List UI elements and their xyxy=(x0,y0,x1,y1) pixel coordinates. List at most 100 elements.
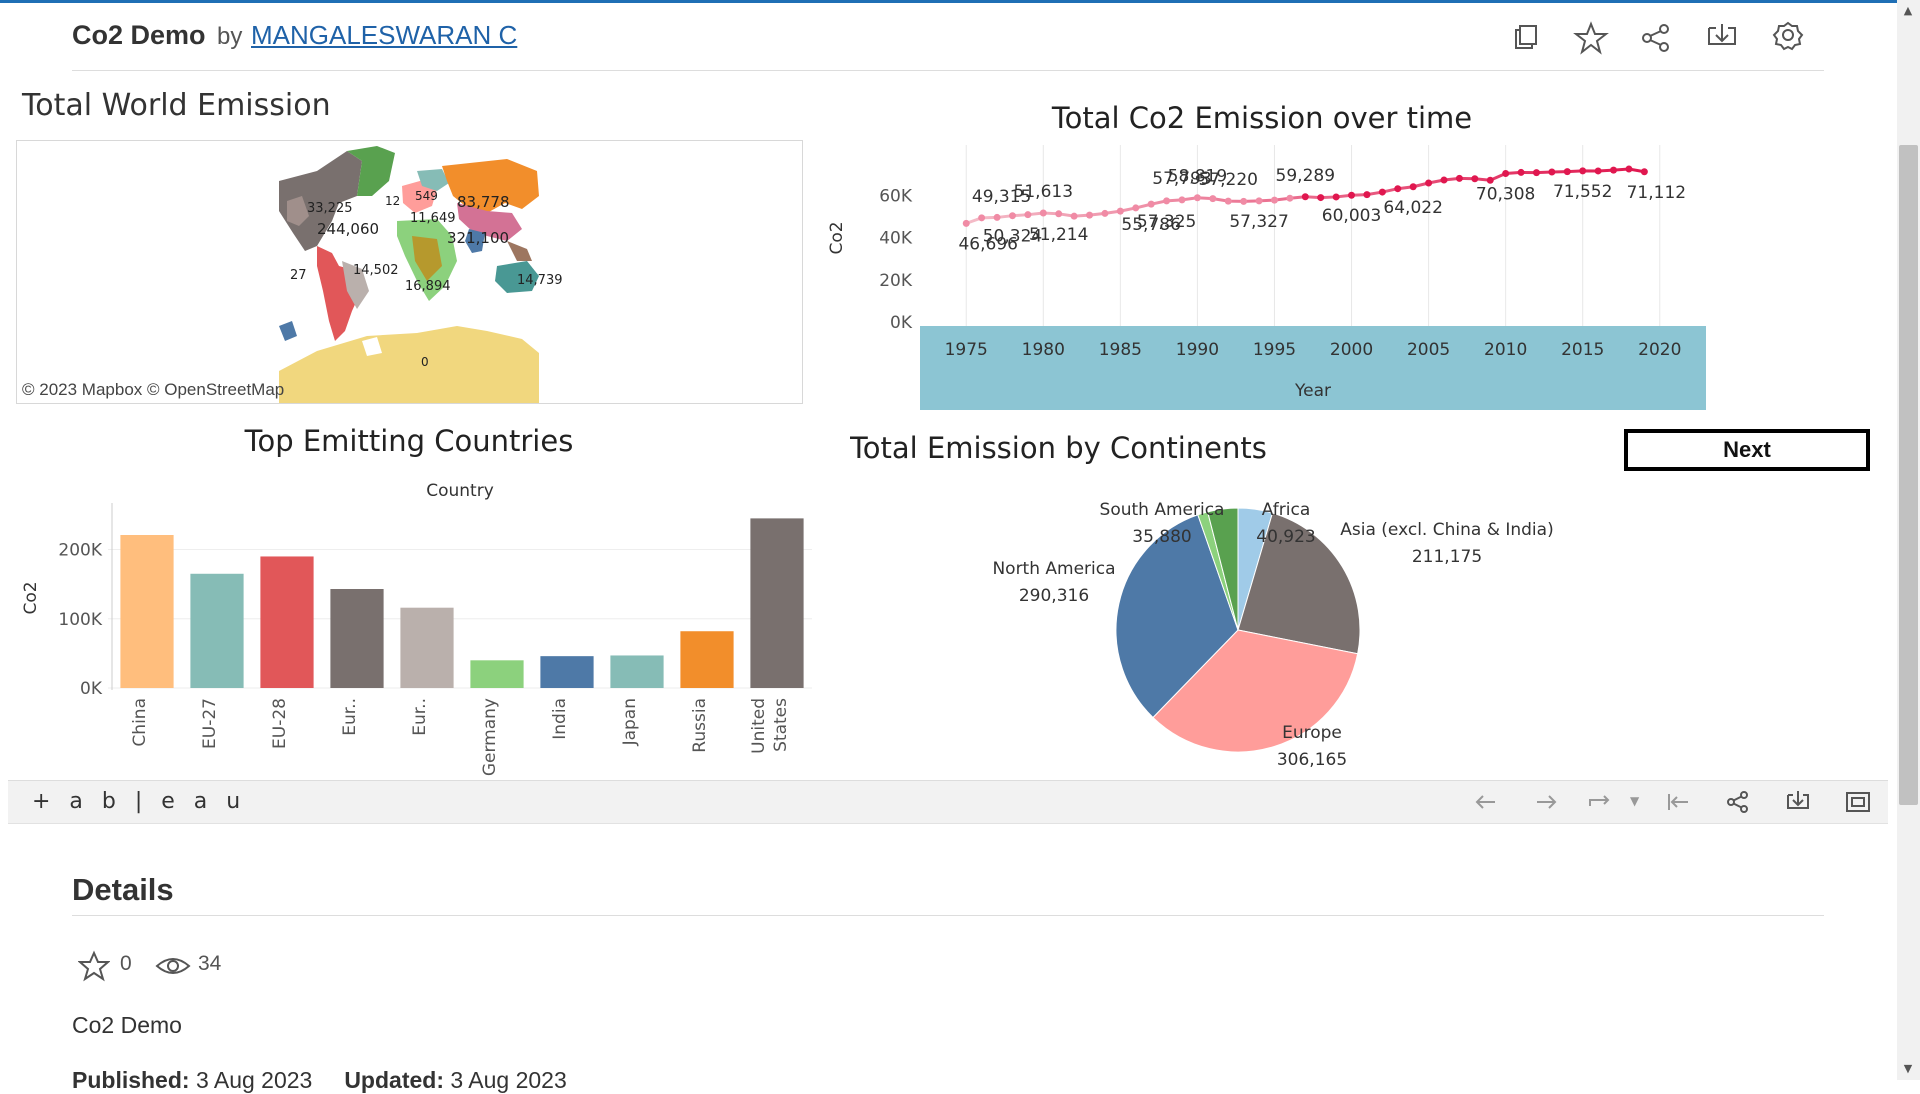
data-point xyxy=(1425,179,1433,187)
scroll-down-arrow[interactable]: ▼ xyxy=(1900,1062,1916,1076)
chevron-down-icon[interactable]: ▼ xyxy=(1630,794,1639,808)
slice-value: 306,165 xyxy=(1277,750,1347,770)
y-tick-label: 200K xyxy=(58,541,102,561)
redo-icon[interactable] xyxy=(1532,788,1560,816)
data-point xyxy=(1486,176,1494,184)
bar xyxy=(610,655,664,688)
publish-info: Published: 3 Aug 2023 Updated: 3 Aug 202… xyxy=(72,1067,567,1094)
data-point xyxy=(1039,209,1047,217)
x-tick-label: 2010 xyxy=(1484,340,1527,360)
y-tick-label: 40K xyxy=(879,229,913,249)
slice-label: Africa xyxy=(1262,500,1311,520)
data-point xyxy=(1471,175,1479,183)
bar-chart[interactable]: Top Emitting Countries Country Co2 0K 100K 20… xyxy=(8,418,828,778)
scroll-up-arrow[interactable]: ▲ xyxy=(1900,4,1916,18)
x-tick-label: United xyxy=(749,698,769,754)
favorite-star-icon[interactable] xyxy=(77,950,111,982)
viz-title: Co2 Demo xyxy=(72,20,206,50)
next-button[interactable]: Next xyxy=(1624,429,1870,471)
author-link[interactable]: MANGALESWARAN C xyxy=(251,20,517,51)
data-point xyxy=(1594,167,1602,175)
scrollbar-thumb[interactable] xyxy=(1899,145,1918,805)
data-point xyxy=(1517,168,1525,176)
data-label: 71,552 xyxy=(1553,182,1612,202)
download-icon[interactable] xyxy=(1704,20,1740,56)
slice-value: 211,175 xyxy=(1412,547,1482,567)
slice-label: Asia (excl. China & India) xyxy=(1340,520,1553,540)
header-divider xyxy=(72,70,1824,71)
data-point xyxy=(1101,209,1109,217)
x-tick-label: 1995 xyxy=(1253,340,1296,360)
map-label: 0 xyxy=(421,355,429,369)
data-point xyxy=(1163,197,1171,205)
details-heading: Details xyxy=(72,872,174,907)
line-chart[interactable]: Total Co2 Emission over time 0K 20K 40K 60K C… xyxy=(820,95,1720,415)
data-point xyxy=(1332,193,1340,201)
x-tick-label: EU-28 xyxy=(270,698,290,749)
y-tick-label: 60K xyxy=(879,186,913,206)
copy-icon[interactable] xyxy=(1508,20,1544,56)
x-tick-label: Eur.. xyxy=(410,698,430,736)
world-map[interactable]: 244,060 83,778 321,100 33,225 14,502 16,… xyxy=(16,140,803,404)
share-icon[interactable] xyxy=(1638,20,1674,56)
data-point xyxy=(1240,197,1248,205)
data-label: 59,289 xyxy=(1276,166,1335,186)
data-point xyxy=(1502,169,1510,177)
x-tick-label: 1975 xyxy=(945,340,988,360)
data-point xyxy=(1563,168,1571,176)
data-point xyxy=(1348,191,1356,199)
share-icon[interactable] xyxy=(1724,788,1752,816)
data-point xyxy=(1317,194,1325,202)
map-label: 33,225 xyxy=(307,201,353,216)
data-label: 60,003 xyxy=(1322,206,1381,226)
data-point xyxy=(1008,212,1016,220)
data-point xyxy=(978,214,986,222)
x-axis-label: Year xyxy=(1294,381,1331,401)
slice-value: 35,880 xyxy=(1132,527,1191,547)
data-point xyxy=(1286,194,1294,202)
data-point xyxy=(1548,168,1556,176)
published-label: Published: xyxy=(72,1067,190,1093)
slice-value: 290,316 xyxy=(1019,586,1089,606)
data-point xyxy=(1640,168,1648,176)
undo-icon[interactable] xyxy=(1472,788,1500,816)
tableau-logo[interactable]: + a b | e a u xyxy=(32,789,246,814)
data-point xyxy=(1378,188,1386,196)
data-label: 57,325 xyxy=(1137,212,1196,232)
data-point xyxy=(1363,191,1371,199)
x-tick-label: 2020 xyxy=(1638,340,1681,360)
data-point xyxy=(1270,196,1278,204)
fullscreen-icon[interactable] xyxy=(1844,788,1872,816)
map-label: 14,739 xyxy=(517,273,563,288)
y-tick-label: 20K xyxy=(879,271,913,291)
favorite-star-icon[interactable] xyxy=(1573,20,1609,56)
map-label: 11,649 xyxy=(410,211,456,226)
map-credit: © 2023 Mapbox © OpenStreetMap xyxy=(22,380,285,399)
data-point xyxy=(1532,169,1540,177)
download-icon[interactable] xyxy=(1784,788,1812,816)
data-label: 57,220 xyxy=(1198,170,1257,190)
pie-chart[interactable]: Total Emission by Continents South Americ… xyxy=(850,430,1590,770)
map-label: 16,894 xyxy=(405,279,451,294)
bar xyxy=(120,535,174,688)
y-axis-label: Co2 xyxy=(21,581,41,614)
data-point xyxy=(1625,165,1633,173)
updated-date: 3 Aug 2023 xyxy=(450,1067,567,1093)
bar xyxy=(470,660,524,688)
data-point xyxy=(1132,204,1140,212)
data-point xyxy=(1024,211,1032,219)
x-tick-label: 2015 xyxy=(1561,340,1604,360)
reset-icon[interactable] xyxy=(1664,788,1692,816)
chart-title: Total Emission by Continents xyxy=(850,431,1267,465)
data-label: 64,022 xyxy=(1383,198,1442,218)
x-tick-label: Germany xyxy=(480,698,500,776)
data-point xyxy=(1086,211,1094,219)
badge-icon[interactable] xyxy=(1770,20,1806,56)
data-point xyxy=(1055,210,1063,218)
details-divider xyxy=(72,915,1824,916)
x-tick-label: Russia xyxy=(690,698,710,753)
by-label: by xyxy=(217,23,243,50)
data-label: 51,214 xyxy=(1029,225,1088,245)
revert-icon[interactable] xyxy=(1586,788,1614,816)
x-tick-label: 2000 xyxy=(1330,340,1373,360)
